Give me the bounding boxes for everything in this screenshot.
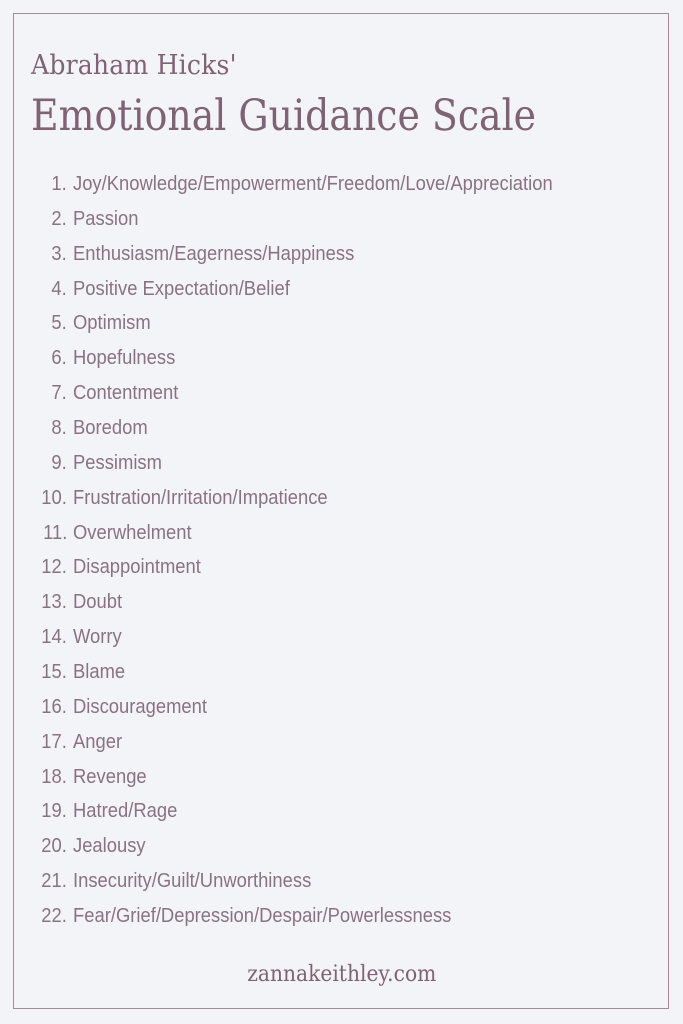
item-label: Fear/Grief/Depression/Despair/Powerlessn… [73,905,452,928]
item-number: 14. [41,626,67,649]
list-item: 5. Optimism [0,306,683,341]
item-number: 9. [51,451,67,474]
list-item: 17. Anger [0,725,683,760]
item-number: 5. [51,312,67,335]
item-label: Jealousy [73,835,146,858]
list-item: 3. Enthusiasm/Eagerness/Happiness [0,237,683,272]
item-number: 13. [41,591,67,614]
list-item: 13. Doubt [0,585,683,620]
list-item: 1. Joy/Knowledge/Empowerment/Freedom/Love… [0,167,683,202]
list-item: 11. Overwhelment [0,516,683,551]
list-item: 21. Insecurity/Guilt/Unworthiness [0,864,683,899]
list-item: 15. Blame [0,655,683,690]
list-item: 8. Boredom [0,411,683,446]
list-item: 22. Fear/Grief/Depression/Despair/Powerle… [0,899,683,934]
item-label: Blame [73,661,126,684]
list-item: 6. Hopefulness [0,341,683,376]
item-number: 4. [51,277,67,300]
item-number: 12. [41,556,67,579]
website-text: zannakeithley.com [246,962,437,987]
item-number: 18. [41,765,67,788]
item-label: Worry [73,626,122,649]
list-item: 4. Positive Expectation/Belief [0,272,683,307]
list-item: 16. Discouragement [0,690,683,725]
item-number: 7. [51,382,67,405]
list-item: 20. Jealousy [0,829,683,864]
item-number: 6. [51,347,67,370]
list-item: 19. Hatred/Rage [0,794,683,829]
item-label: Discouragement [73,695,207,718]
item-label: Hopefulness [73,347,176,370]
item-label: Frustration/Irritation/Impatience [73,486,328,509]
item-number: 22. [41,905,67,928]
item-label: Joy/Knowledge/Empowerment/Freedom/Love/A… [73,173,553,195]
list-item: 18. Revenge [0,760,683,795]
item-label: Passion [73,207,139,230]
item-number: 11. [42,521,67,544]
list-item: 2. Passion [0,202,683,237]
item-number: 1. [51,173,67,195]
item-label: Positive Expectation/Belief [73,277,290,300]
item-number: 16. [41,695,67,718]
list-item: 9. Pessimism [0,446,683,481]
item-number: 15. [41,661,67,684]
item-number: 2. [51,207,67,230]
item-label: Enthusiasm/Eagerness/Happiness [73,242,355,265]
item-label: Contentment [73,382,179,405]
page-subtitle: Abraham Hicks' [31,50,237,81]
item-number: 19. [41,800,67,823]
item-label: Overwhelment [73,521,192,544]
item-label: Optimism [73,312,151,335]
item-label: Insecurity/Guilt/Unworthiness [73,870,312,893]
item-label: Pessimism [73,451,162,474]
emotional-scale-list: 1. Joy/Knowledge/Empowerment/Freedom/Love… [0,167,683,934]
item-label: Disappointment [73,556,201,579]
page-title: Emotional Guidance Scale [31,91,537,141]
list-item: 12. Disappointment [0,550,683,585]
item-label: Hatred/Rage [73,800,178,823]
item-number: 8. [51,417,67,440]
item-number: 3. [51,242,67,265]
footer-website: zannakeithley.com [0,962,683,987]
item-label: Boredom [73,417,148,440]
item-number: 17. [41,730,67,753]
list-item: 10. Frustration/Irritation/Impatience [0,481,683,516]
item-label: Anger [73,730,123,753]
item-label: Revenge [73,765,147,788]
item-number: 20. [41,835,67,858]
item-number: 21. [41,870,67,893]
item-number: 10. [41,486,67,509]
list-item: 14. Worry [0,620,683,655]
list-item: 7. Contentment [0,376,683,411]
item-label: Doubt [73,591,123,614]
